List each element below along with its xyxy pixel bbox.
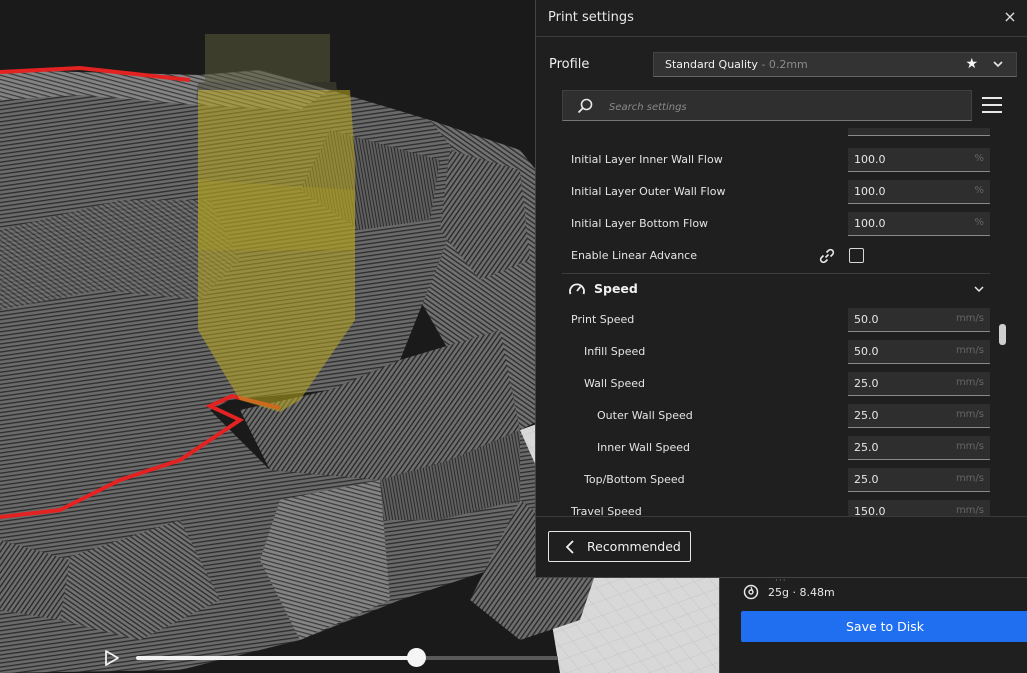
recommended-label: Recommended xyxy=(587,539,681,554)
setting-value: 25.0 xyxy=(854,409,879,422)
drag-handle-icon[interactable]: ··· xyxy=(775,576,787,586)
setting-label: Inner Wall Speed xyxy=(597,441,690,454)
setting-row-initial-layer-inner-wall-flow: Initial Layer Inner Wall Flow 100.0 % xyxy=(536,146,996,174)
setting-row-initial-layer-outer-wall-flow: Initial Layer Outer Wall Flow 100.0 % xyxy=(536,178,996,206)
profile-name: Standard Quality xyxy=(665,58,758,71)
setting-value: 150.0 xyxy=(854,505,886,516)
setting-value: 100.0 xyxy=(854,217,886,230)
setting-unit: mm/s xyxy=(955,441,984,452)
setting-value: 25.0 xyxy=(854,441,879,454)
setting-field[interactable]: 25.0 mm/s xyxy=(848,436,990,460)
setting-label: Wall Speed xyxy=(584,377,646,390)
setting-row-outer-wall-speed: Outer Wall Speed 25.0 mm/s xyxy=(536,402,996,430)
search-box xyxy=(562,90,972,121)
linear-advance-checkbox[interactable] xyxy=(849,248,864,263)
setting-field[interactable]: 25.0 mm/s xyxy=(848,372,990,396)
setting-field[interactable]: 50.0 mm/s xyxy=(848,340,990,364)
layer-slider-thumb[interactable] xyxy=(407,648,427,667)
setting-row-enable-linear-advance: Enable Linear Advance xyxy=(536,242,996,270)
panel-header: Print settings × xyxy=(536,0,1027,37)
print-settings-panel: Print settings × Profile Standard Qualit… xyxy=(535,0,1027,578)
save-to-disk-button[interactable]: Save to Disk xyxy=(741,611,1027,642)
setting-unit: mm/s xyxy=(955,377,984,388)
recommended-button[interactable]: Recommended xyxy=(548,531,691,562)
spool-icon xyxy=(743,584,759,600)
play-icon[interactable] xyxy=(104,649,120,667)
setting-row-inner-wall-speed: Inner Wall Speed 25.0 mm/s xyxy=(536,434,996,462)
setting-field[interactable]: 100.0 % xyxy=(848,212,990,236)
divider xyxy=(562,273,990,274)
panel-title: Print settings xyxy=(548,10,634,25)
section-title: Speed xyxy=(594,281,638,296)
search-icon xyxy=(577,98,593,114)
settings-list[interactable]: Initial Layer Inner Wall Flow 100.0 % In… xyxy=(536,128,1027,516)
setting-field[interactable]: 50.0 mm/s xyxy=(848,308,990,332)
profile-label: Profile xyxy=(549,57,590,72)
setting-label: Top/Bottom Speed xyxy=(584,473,685,486)
setting-unit: mm/s xyxy=(955,473,984,484)
chevron-down-icon xyxy=(974,286,984,293)
setting-label: Initial Layer Bottom Flow xyxy=(571,217,709,230)
setting-value: 100.0 xyxy=(854,153,886,166)
setting-field[interactable]: 100.0 % xyxy=(848,148,990,172)
settings-scrollbar[interactable] xyxy=(999,324,1006,345)
setting-row-print-speed: Print Speed 50.0 mm/s xyxy=(536,306,996,334)
speedometer-icon xyxy=(569,283,585,295)
print-estimate: 25g · 8.48m xyxy=(768,586,835,599)
setting-unit: mm/s xyxy=(955,505,984,516)
setting-label: Outer Wall Speed xyxy=(597,409,693,422)
setting-row-initial-layer-bottom-flow: Initial Layer Bottom Flow 100.0 % xyxy=(536,210,996,238)
search-input[interactable] xyxy=(607,97,961,117)
setting-unit: % xyxy=(974,153,984,164)
chevron-down-icon xyxy=(993,61,1003,68)
setting-label: Initial Layer Outer Wall Flow xyxy=(571,185,726,198)
setting-row-top-bottom-speed: Top/Bottom Speed 25.0 mm/s xyxy=(536,466,996,494)
close-icon[interactable]: × xyxy=(1001,8,1019,26)
setting-value: 100.0 xyxy=(854,185,886,198)
setting-label: Initial Layer Inner Wall Flow xyxy=(571,153,723,166)
setting-field[interactable] xyxy=(848,128,990,136)
setting-value: 50.0 xyxy=(854,345,879,358)
profile-layer-height: - 0.2mm xyxy=(757,58,808,71)
setting-unit: % xyxy=(974,185,984,196)
setting-field[interactable]: 100.0 % xyxy=(848,180,990,204)
star-icon[interactable]: ★ xyxy=(965,56,978,72)
setting-unit: mm/s xyxy=(955,313,984,324)
setting-unit: mm/s xyxy=(955,409,984,420)
section-header-speed[interactable]: Speed xyxy=(536,275,996,303)
setting-row xyxy=(536,128,996,138)
layer-progress-track[interactable] xyxy=(136,656,558,660)
setting-field[interactable]: 150.0 mm/s xyxy=(848,500,990,516)
profile-value: Standard Quality - 0.2mm xyxy=(665,58,808,71)
setting-label: Travel Speed xyxy=(571,505,642,516)
setting-row-infill-speed: Infill Speed 50.0 mm/s xyxy=(536,338,996,366)
setting-label: Print Speed xyxy=(571,313,635,326)
action-panel: ··· 25g · 8.48m Save to Disk xyxy=(719,576,1027,673)
setting-value: 25.0 xyxy=(854,473,879,486)
layer-progress-fill xyxy=(136,656,417,660)
chevron-left-icon xyxy=(565,540,574,554)
setting-value: 25.0 xyxy=(854,377,879,390)
settings-menu-icon[interactable] xyxy=(982,97,1002,115)
setting-value: 50.0 xyxy=(854,313,879,326)
profile-dropdown[interactable]: Standard Quality - 0.2mm ★ xyxy=(653,52,1017,77)
setting-unit: mm/s xyxy=(955,345,984,356)
divider xyxy=(536,516,1027,517)
setting-label: Infill Speed xyxy=(584,345,646,358)
link-icon[interactable] xyxy=(818,247,836,265)
setting-label: Enable Linear Advance xyxy=(571,249,698,262)
setting-unit: % xyxy=(974,217,984,228)
setting-row-wall-speed: Wall Speed 25.0 mm/s xyxy=(536,370,996,398)
setting-field[interactable]: 25.0 mm/s xyxy=(848,404,990,428)
setting-field[interactable]: 25.0 mm/s xyxy=(848,468,990,492)
save-label: Save to Disk xyxy=(845,619,925,634)
setting-row-travel-speed: Travel Speed 150.0 mm/s xyxy=(536,498,996,516)
